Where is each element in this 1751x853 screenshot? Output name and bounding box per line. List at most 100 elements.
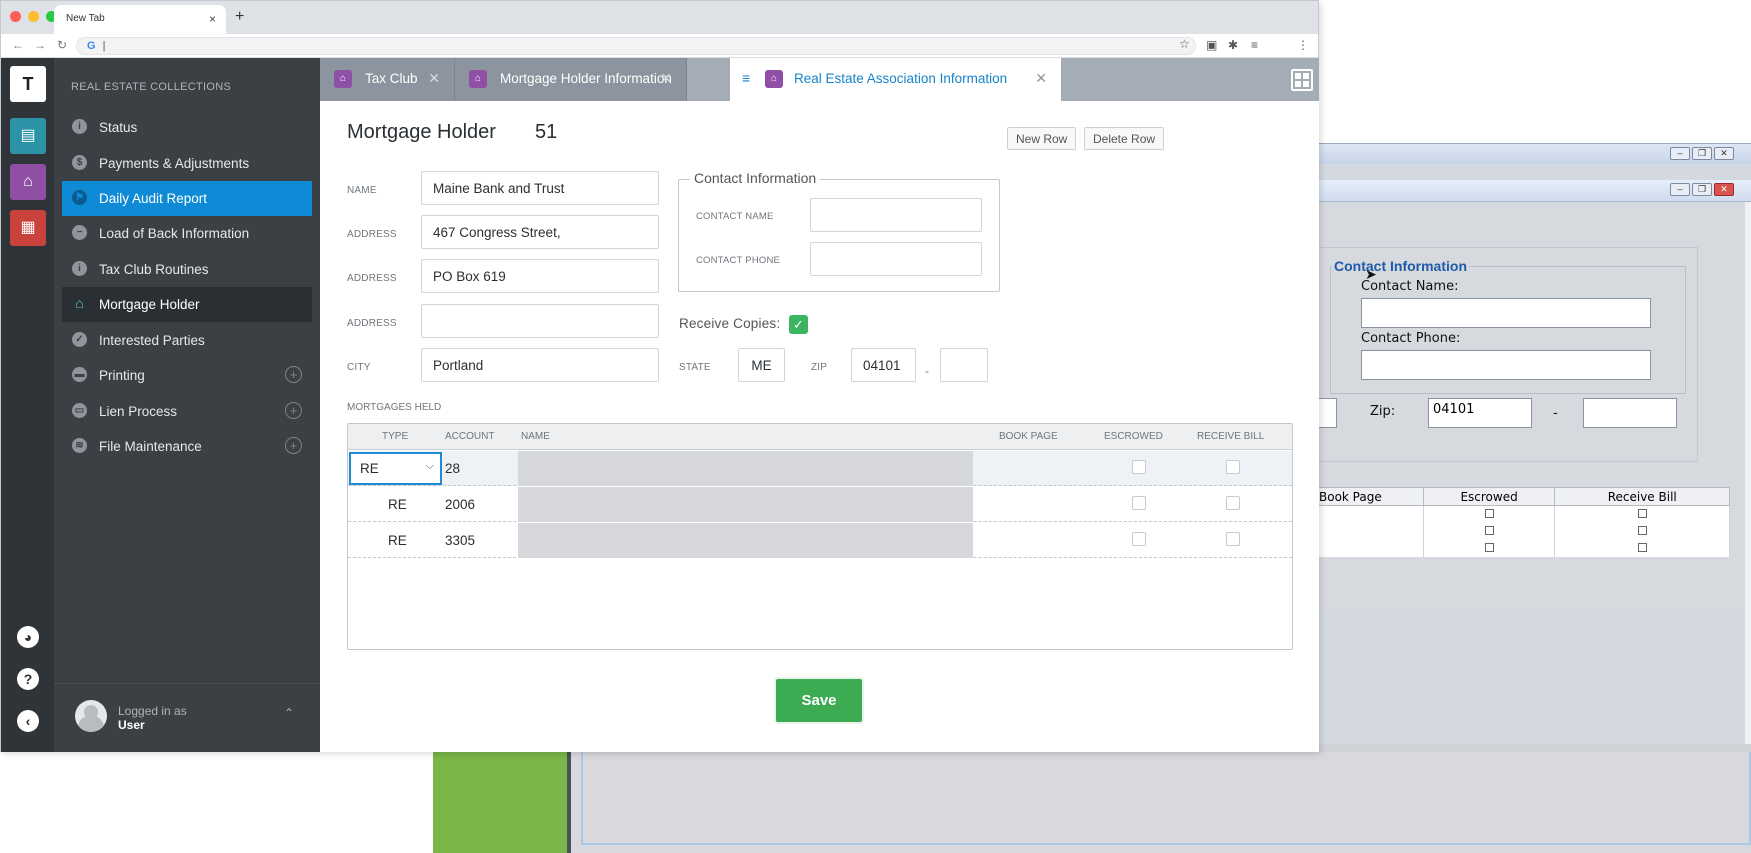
receive-bill-checkbox[interactable] — [1226, 532, 1240, 546]
sidebar-item-interested-parties[interactable]: ✓ Interested Parties — [62, 323, 312, 358]
city-field[interactable]: Portland — [421, 348, 659, 382]
help-icon[interactable]: ? — [17, 668, 39, 690]
sidebar-item-status[interactable]: i Status — [62, 110, 312, 145]
calculator-icon[interactable]: ▦ — [10, 210, 46, 246]
sidebar-item-printing[interactable]: ▬ Printing + — [62, 358, 312, 393]
tab-mortgage-holder-information[interactable]: ⌂ Mortgage Holder Information ✕ — [455, 58, 687, 101]
expand-plus-icon[interactable]: + — [285, 437, 302, 454]
legacy-contact-name-field[interactable] — [1361, 298, 1651, 328]
logo-icon[interactable]: T — [10, 66, 46, 102]
tab-real-estate-association-information[interactable]: ≡ ⌂ Real Estate Association Information … — [730, 58, 1061, 101]
new-tab-button[interactable]: + — [235, 8, 244, 26]
close-tab-icon[interactable]: ✕ — [428, 70, 440, 87]
sidebar-item-mortgage-holder[interactable]: ⌂ Mortgage Holder — [62, 287, 312, 322]
new-row-button[interactable]: New Row — [1007, 127, 1077, 150]
sidebar-item-payments[interactable]: $ Payments & Adjustments — [62, 146, 312, 181]
close-icon[interactable]: ✕ — [1714, 147, 1734, 160]
type-select[interactable]: RE ⌵ — [349, 452, 442, 485]
close-icon[interactable]: ✕ — [1714, 183, 1734, 196]
legacy-zip-field[interactable]: 04101 — [1428, 398, 1532, 428]
table-row[interactable]: RE ⌵ 28 — [348, 451, 1292, 486]
expand-plus-icon[interactable]: + — [285, 366, 302, 383]
close-tab-icon[interactable]: ✕ — [1035, 70, 1047, 87]
col-type[interactable]: TYPE — [382, 431, 408, 442]
close-window-icon[interactable] — [10, 11, 21, 22]
close-tab-icon[interactable]: ✕ — [660, 70, 672, 87]
expand-plus-icon[interactable]: + — [285, 402, 302, 419]
media-icon[interactable]: ≡ — [1251, 38, 1258, 52]
sidebar-item-lien-process[interactable]: ▭ Lien Process + — [62, 394, 312, 429]
forward-icon[interactable]: → — [34, 38, 46, 52]
table-row[interactable]: RE 2006 — [348, 487, 1292, 522]
legacy-scrollbar[interactable] — [1745, 202, 1751, 802]
zip-dash: - — [925, 364, 929, 378]
minimize-icon[interactable]: – — [1670, 183, 1690, 196]
address-field-1[interactable]: 467 Congress Street, — [421, 215, 659, 249]
legacy-grid-row[interactable] — [1318, 539, 1730, 557]
name-cell[interactable] — [518, 487, 973, 522]
name-cell[interactable] — [518, 451, 973, 486]
col-book-page[interactable]: BOOK PAGE — [999, 431, 1058, 442]
contact-name-field[interactable] — [810, 198, 982, 232]
user-menu[interactable]: Logged in as User ⌃ — [54, 683, 320, 752]
checkbox[interactable] — [1637, 543, 1647, 552]
escrowed-checkbox[interactable] — [1132, 532, 1146, 546]
receive-bill-checkbox[interactable] — [1226, 460, 1240, 474]
sidebar-item-tax-club[interactable]: i Tax Club Routines — [62, 252, 312, 287]
collapse-icon[interactable]: ‹ — [17, 710, 39, 732]
escrowed-checkbox[interactable] — [1132, 496, 1146, 510]
real-estate-icon[interactable]: ⌂ — [10, 164, 46, 200]
col-receive-bill[interactable]: RECEIVE BILL — [1197, 431, 1264, 442]
minimize-icon[interactable]: – — [1670, 147, 1690, 160]
checkbox[interactable] — [1637, 509, 1647, 519]
checkbox[interactable] — [1484, 543, 1494, 552]
legacy-zip-ext-field[interactable] — [1583, 398, 1677, 428]
real-estate-icon: ⌂ — [765, 70, 783, 88]
col-escrowed[interactable]: ESCROWED — [1104, 431, 1163, 442]
grid-view-icon[interactable] — [1291, 69, 1313, 91]
browser-tab[interactable]: New Tab × — [54, 5, 226, 34]
col-account[interactable]: ACCOUNT — [445, 431, 494, 442]
restore-icon[interactable]: ❐ — [1692, 183, 1712, 196]
address-field-2[interactable]: PO Box 619 — [421, 259, 659, 293]
sidebar-item-load-back-info[interactable]: − Load of Back Information — [62, 216, 312, 251]
zip-extension-field[interactable] — [940, 348, 988, 382]
palette-icon[interactable]: ◕ — [17, 626, 39, 648]
tab-tax-club[interactable]: ⌂ Tax Club ✕ — [320, 58, 455, 101]
address-bar[interactable]: G | — [76, 37, 1196, 55]
save-button[interactable]: Save — [776, 679, 862, 722]
table-row[interactable]: RE 3305 — [348, 523, 1292, 558]
bookmark-star-icon[interactable]: ☆ — [1179, 37, 1190, 51]
delete-row-button[interactable]: Delete Row — [1084, 127, 1165, 150]
address-field-3[interactable] — [421, 304, 659, 338]
close-tab-icon[interactable]: × — [209, 12, 216, 26]
back-icon[interactable]: ← — [12, 38, 24, 52]
col-name[interactable]: NAME — [521, 431, 550, 442]
legacy-grid-row[interactable] — [1318, 505, 1730, 523]
menu-icon[interactable]: ⋮ — [1297, 38, 1309, 52]
state-field[interactable]: ME — [738, 348, 785, 382]
reload-icon[interactable]: ↻ — [57, 38, 67, 52]
escrowed-checkbox[interactable] — [1132, 460, 1146, 474]
name-field[interactable]: Maine Bank and Trust — [421, 171, 659, 205]
contact-phone-field[interactable] — [810, 242, 982, 276]
collections-icon[interactable]: ▤ — [10, 118, 46, 154]
chevron-up-icon[interactable]: ⌃ — [284, 706, 294, 720]
sidebar-item-file-maintenance[interactable]: ≋ File Maintenance + — [62, 429, 312, 464]
restore-icon[interactable]: ❐ — [1692, 147, 1712, 160]
receive-bill-checkbox[interactable] — [1226, 496, 1240, 510]
hamburger-icon[interactable]: ≡ — [742, 70, 750, 86]
sidebar-item-label: Mortgage Holder — [99, 297, 200, 312]
checkbox[interactable] — [1484, 509, 1494, 519]
legacy-contact-phone-field[interactable] — [1361, 350, 1651, 380]
receive-copies-checkbox[interactable]: ✓ — [789, 315, 808, 334]
extension-icon[interactable]: ▣ — [1206, 38, 1217, 52]
legacy-grid-row[interactable] — [1318, 522, 1730, 540]
minimize-window-icon[interactable] — [28, 11, 39, 22]
sidebar-item-daily-audit[interactable]: ⚑ Daily Audit Report — [62, 181, 312, 216]
puzzle-icon[interactable]: ✱ — [1228, 38, 1238, 52]
checkbox[interactable] — [1637, 526, 1647, 535]
name-cell[interactable] — [518, 523, 973, 558]
checkbox[interactable] — [1484, 526, 1494, 535]
zip-field[interactable]: 04101 — [851, 348, 916, 382]
